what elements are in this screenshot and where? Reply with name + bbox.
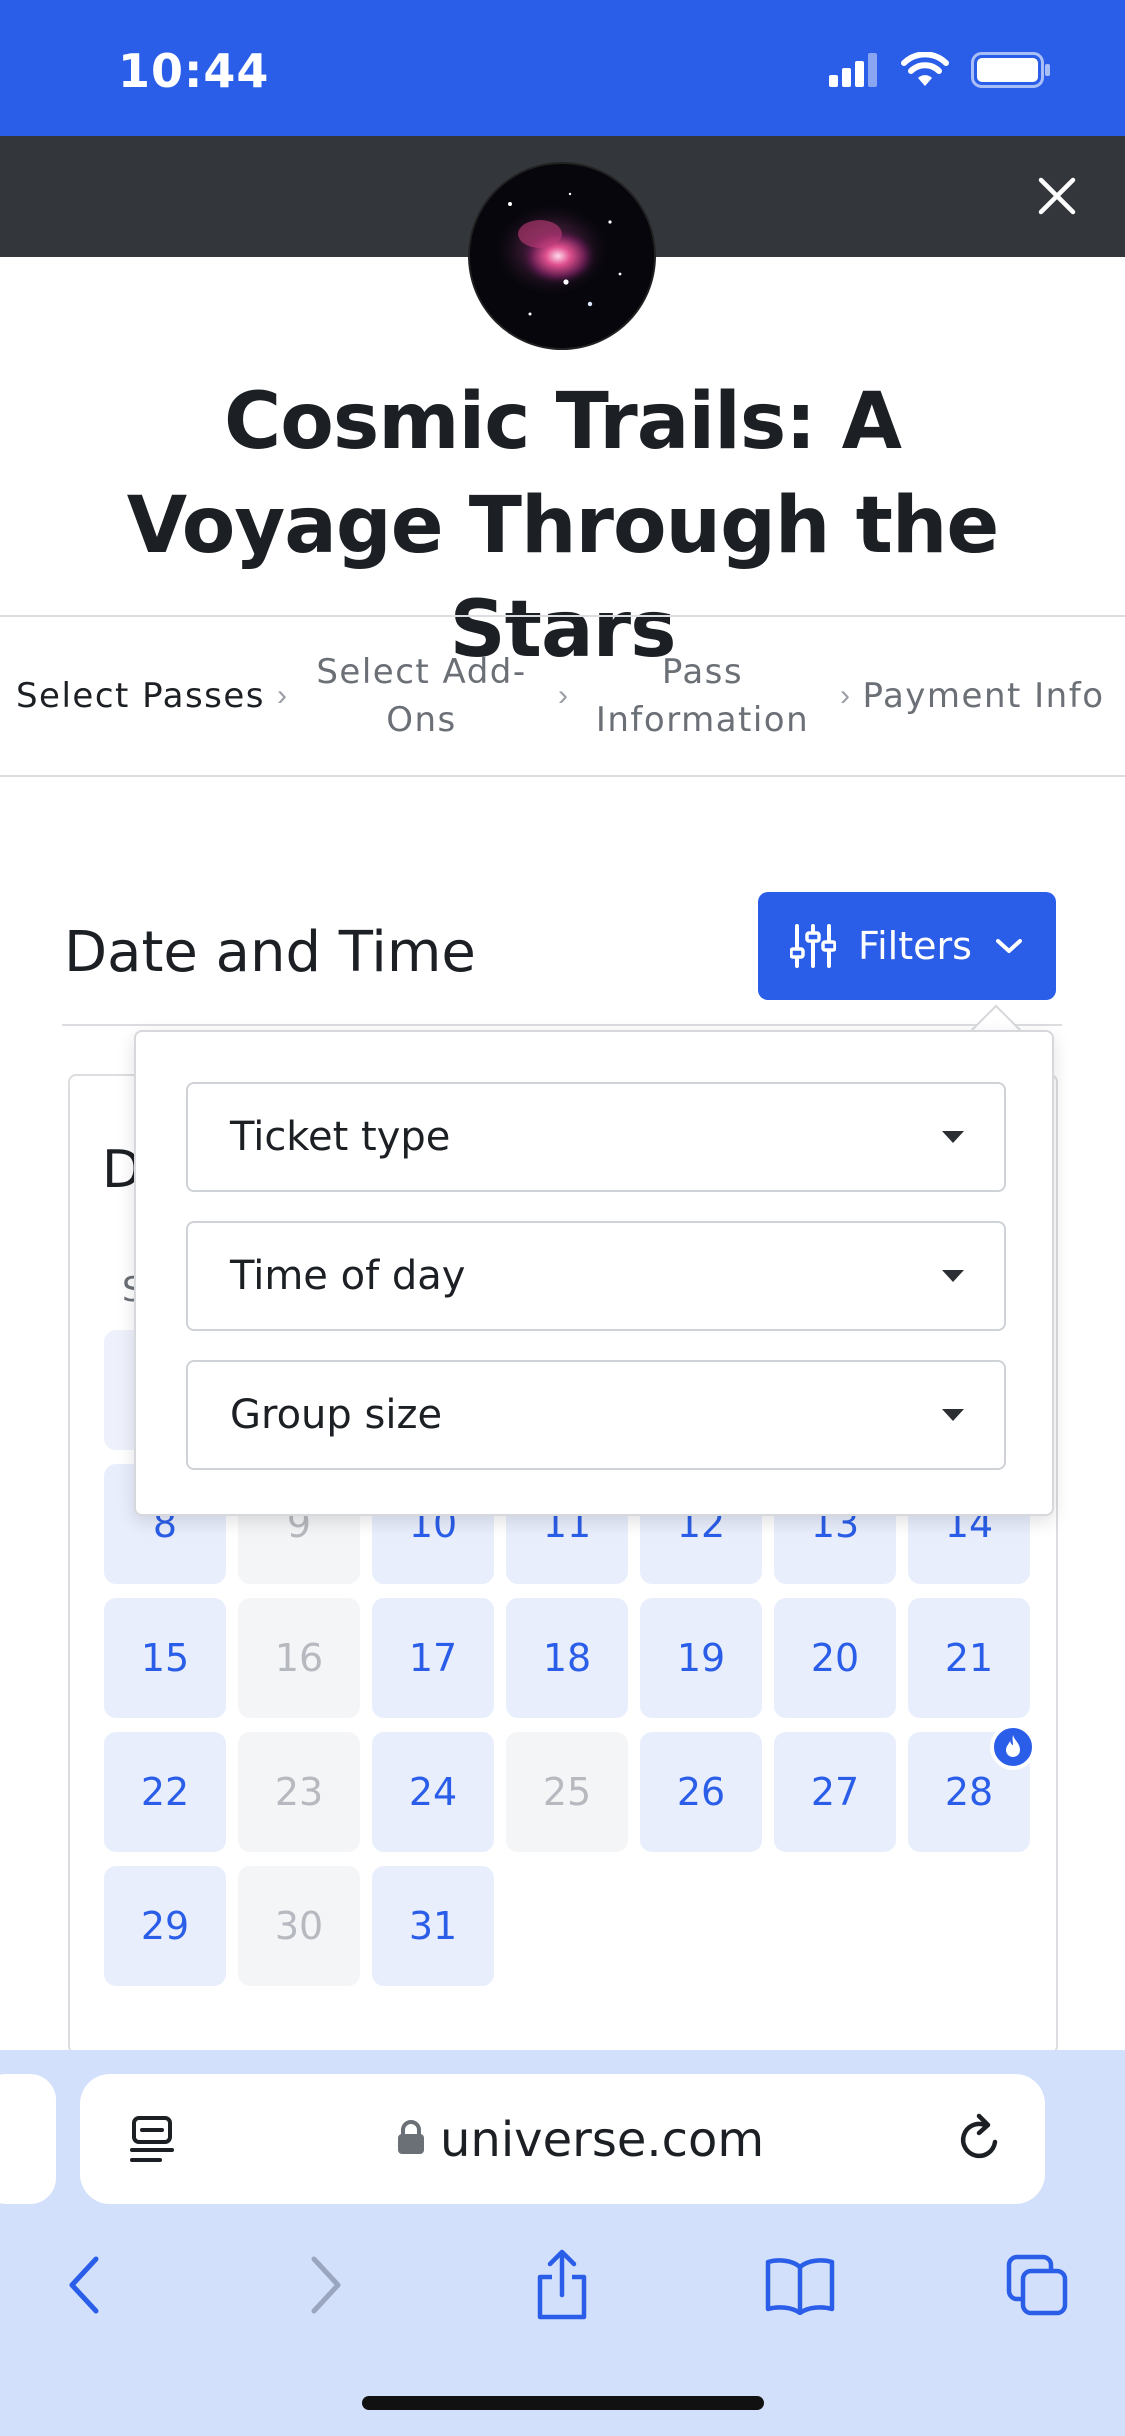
calendar-day[interactable]: 31: [372, 1866, 494, 1986]
wifi-icon: [901, 52, 949, 86]
chevron-left-icon: [69, 2256, 99, 2314]
divider: [62, 1024, 1062, 1026]
status-icons: [829, 52, 1051, 88]
calendar-day[interactable]: 17: [372, 1598, 494, 1718]
filters-button[interactable]: Filters: [758, 892, 1056, 1000]
select-label: Group size: [230, 1392, 443, 1438]
tabs-icon: [1006, 2254, 1068, 2316]
flame-badge: [990, 1724, 1036, 1770]
day-number: 30: [274, 1904, 324, 1948]
calendar-day: 25: [506, 1732, 628, 1852]
calendar-day[interactable]: 19: [640, 1598, 762, 1718]
calendar-day[interactable]: 27: [774, 1732, 896, 1852]
calendar-day[interactable]: 22: [104, 1732, 226, 1852]
chevron-right-icon: ›: [840, 679, 850, 712]
forward-button[interactable]: [276, 2230, 376, 2340]
dropdown-caret-icon: [942, 1131, 964, 1143]
step-payment-info[interactable]: Payment Info: [843, 672, 1124, 720]
calendar-day[interactable]: 15: [104, 1598, 226, 1718]
day-number: 23: [274, 1770, 324, 1814]
step-select-add-ons[interactable]: Select Add-Ons: [281, 648, 562, 744]
day-number: 31: [408, 1904, 458, 1948]
calendar-day[interactable]: 18: [506, 1598, 628, 1718]
browser-toolbar: universe.com: [0, 2050, 1125, 2436]
nebula-image-icon: [470, 164, 654, 348]
chevron-down-icon: [995, 939, 1022, 953]
day-number: 25: [542, 1770, 592, 1814]
day-number: 27: [810, 1770, 860, 1814]
calendar-day[interactable]: 26: [640, 1732, 762, 1852]
checkout-stepper: Select Passes Select Add-Ons Pass Inform…: [0, 615, 1125, 777]
close-button[interactable]: [1025, 164, 1089, 228]
reload-icon[interactable]: [955, 2112, 1005, 2166]
url-text: universe.com: [440, 2112, 765, 2168]
select-label: Time of day: [230, 1253, 466, 1299]
close-icon: [1038, 177, 1076, 215]
filters-popover: Ticket type Time of day Group size: [134, 1030, 1054, 1516]
day-number: 28: [944, 1770, 994, 1814]
reader-mode-icon[interactable]: [128, 2114, 178, 2166]
calendar-day[interactable]: 20: [774, 1598, 896, 1718]
flame-icon: [1006, 1735, 1020, 1757]
battery-icon: [971, 52, 1050, 88]
ticket-type-select[interactable]: Ticket type: [186, 1082, 1006, 1192]
back-button[interactable]: [34, 2230, 134, 2340]
calendar-day[interactable]: 21: [908, 1598, 1030, 1718]
chevron-right-icon: ›: [277, 679, 287, 712]
step-pass-information[interactable]: Pass Information: [562, 648, 843, 744]
previous-tab-peek[interactable]: [0, 2074, 56, 2204]
sliders-icon: [790, 924, 836, 968]
step-label: Pass Information: [595, 652, 810, 740]
day-number: 20: [810, 1636, 860, 1680]
calendar-day[interactable]: 29: [104, 1866, 226, 1986]
status-bar: 10:44: [0, 0, 1125, 136]
lock-icon: [398, 2120, 424, 2154]
calendar-day: 30: [238, 1866, 360, 1986]
day-number: 24: [408, 1770, 458, 1814]
tabs-button[interactable]: [988, 2230, 1088, 2340]
bookmarks-button[interactable]: [750, 2230, 850, 2340]
day-number: 19: [676, 1636, 726, 1680]
dropdown-caret-icon: [942, 1409, 964, 1421]
day-number: 26: [676, 1770, 726, 1814]
cellular-signal-icon: [829, 53, 877, 87]
browser-nav-row: [0, 2230, 1125, 2340]
book-icon: [765, 2258, 835, 2315]
status-time: 10:44: [118, 44, 270, 98]
day-number: 29: [140, 1904, 190, 1948]
time-of-day-select[interactable]: Time of day: [186, 1221, 1006, 1331]
calendar-day: 23: [238, 1732, 360, 1852]
calendar-day: 16: [238, 1598, 360, 1718]
select-label: Ticket type: [230, 1114, 451, 1160]
step-label: Payment Info: [862, 676, 1105, 716]
chevron-right-icon: [311, 2256, 341, 2314]
share-button[interactable]: [512, 2230, 612, 2340]
dropdown-caret-icon: [942, 1270, 964, 1282]
day-number: 18: [542, 1636, 592, 1680]
group-size-select[interactable]: Group size: [186, 1360, 1006, 1470]
filters-label: Filters: [858, 924, 972, 968]
share-icon: [537, 2249, 587, 2320]
address-bar[interactable]: universe.com: [80, 2074, 1045, 2204]
step-label: Select Add-Ons: [316, 652, 527, 740]
day-number: 21: [944, 1636, 994, 1680]
home-indicator: [362, 2396, 764, 2410]
step-label: Select Passes: [15, 676, 266, 716]
event-avatar: [470, 164, 654, 348]
step-select-passes[interactable]: Select Passes: [0, 672, 281, 720]
chevron-right-icon: ›: [558, 679, 568, 712]
day-number: 17: [408, 1636, 458, 1680]
day-number: 22: [140, 1770, 190, 1814]
day-number: 15: [140, 1636, 190, 1680]
day-number: 16: [274, 1636, 324, 1680]
calendar-day[interactable]: 24: [372, 1732, 494, 1852]
section-title: Date and Time: [64, 920, 476, 985]
